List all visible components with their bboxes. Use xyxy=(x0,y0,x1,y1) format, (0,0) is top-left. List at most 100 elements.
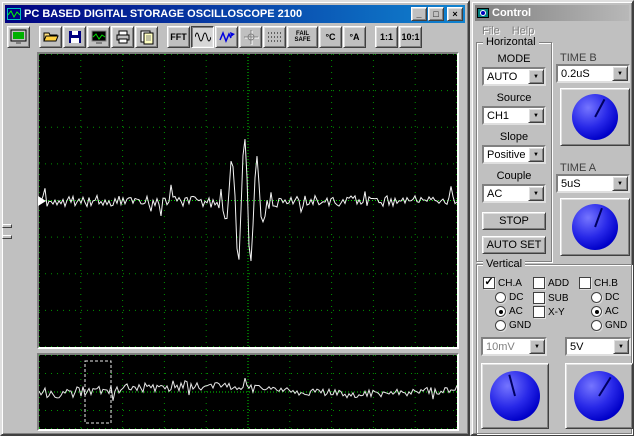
channel-position-marker-a[interactable] xyxy=(2,224,12,228)
open-button[interactable] xyxy=(39,26,62,48)
close-button[interactable]: × xyxy=(447,7,463,21)
toolbar-separator xyxy=(367,26,375,48)
volts-a-knob-plate xyxy=(481,363,549,429)
volts-b-value: 5V xyxy=(567,339,613,354)
volts-a-select[interactable]: 10mV ▼ xyxy=(481,337,547,356)
ch-a-checkbox[interactable]: ✓ xyxy=(483,277,495,289)
gnd-b-radio[interactable] xyxy=(591,320,602,331)
minimize-button[interactable]: _ xyxy=(411,7,427,21)
knob-pointer-icon xyxy=(598,376,612,397)
ac-a-radio[interactable] xyxy=(495,306,506,317)
ch-a-option[interactable]: ✓ CH.A xyxy=(483,277,522,289)
dropdown-arrow-icon[interactable]: ▼ xyxy=(612,66,628,81)
menu-file[interactable]: File xyxy=(477,25,505,37)
add-checkbox[interactable] xyxy=(533,277,545,289)
ch-b-option[interactable]: CH.B xyxy=(579,277,618,289)
capture-button[interactable] xyxy=(87,26,110,48)
dropdown-arrow-icon[interactable]: ▼ xyxy=(613,339,629,354)
main-title-bar[interactable]: PC BASED DIGITAL STORAGE OSCILLOSCOPE 21… xyxy=(5,5,465,23)
stop-button[interactable]: STOP xyxy=(482,212,546,230)
time-a-knob[interactable] xyxy=(572,204,618,250)
ratio-10-1-label: 10:1 xyxy=(401,32,420,42)
horizontal-group: Horizontal MODE AUTO ▼ Source CH1 ▼ Slop… xyxy=(476,36,552,262)
slope-label: Slope xyxy=(499,131,529,143)
knob-pointer-icon xyxy=(594,98,606,118)
control-window: Control File Help Horizontal MODE AUTO ▼… xyxy=(470,0,634,436)
knob-pointer-icon xyxy=(508,374,516,397)
toolbar-separator xyxy=(31,26,39,48)
horizontal-group-label: Horizontal xyxy=(483,36,539,48)
source-label: Source xyxy=(496,92,532,104)
zoom-region-marker[interactable] xyxy=(84,360,112,424)
deg-a-label: °A xyxy=(349,32,360,42)
source-select[interactable]: CH1 ▼ xyxy=(482,106,546,125)
save-button[interactable] xyxy=(63,26,86,48)
mode-label: MODE xyxy=(497,53,531,65)
dropdown-arrow-icon[interactable]: ▼ xyxy=(528,108,544,123)
auto-set-button[interactable]: AUTO SET xyxy=(482,236,546,254)
dropdown-arrow-icon[interactable]: ▼ xyxy=(528,69,544,84)
time-a-knob-plate xyxy=(560,198,630,256)
ratio-1-1-label: 1:1 xyxy=(379,32,393,42)
volts-b-select[interactable]: 5V ▼ xyxy=(565,337,631,356)
dropdown-arrow-icon[interactable]: ▼ xyxy=(528,186,544,201)
volts-b-knob[interactable] xyxy=(574,371,624,421)
ratio-1-1-button[interactable]: 1:1 xyxy=(375,26,398,48)
ch-b-checkbox[interactable] xyxy=(579,277,591,289)
fail-safe-button[interactable]: FAIL SAFE xyxy=(287,26,318,48)
dropdown-arrow-icon[interactable]: ▼ xyxy=(612,176,628,191)
dropdown-arrow-icon[interactable]: ▼ xyxy=(528,147,544,162)
ac-b-option[interactable]: AC xyxy=(591,306,619,317)
dc-b-radio[interactable] xyxy=(591,292,602,303)
time-b-select[interactable]: 0.2uS ▼ xyxy=(556,64,630,83)
toolbar: FFT FAIL SAFE °C °A 1:1 10:1 xyxy=(5,24,465,50)
volts-b-knob-plate xyxy=(565,363,633,429)
sub-label: SUB xyxy=(548,292,569,304)
fft-button[interactable]: FFT xyxy=(167,26,190,48)
gnd-a-option[interactable]: GND xyxy=(495,320,531,331)
ac-a-option[interactable]: AC xyxy=(495,306,523,317)
deg-c-button[interactable]: °C xyxy=(319,26,342,48)
volts-a-knob[interactable] xyxy=(490,371,540,421)
ch-a-label: CH.A xyxy=(498,277,522,289)
deg-a-button[interactable]: °A xyxy=(343,26,366,48)
open-folder-icon xyxy=(42,32,59,42)
time-b-knob[interactable] xyxy=(572,94,618,140)
couple-select[interactable]: AC ▼ xyxy=(482,184,546,203)
mode-select[interactable]: AUTO ▼ xyxy=(482,67,546,86)
print-button[interactable] xyxy=(111,26,134,48)
gnd-b-option[interactable]: GND xyxy=(591,320,627,331)
xy-option[interactable]: X-Y xyxy=(533,306,565,318)
menu-help[interactable]: Help xyxy=(507,25,540,37)
ac-b-radio[interactable] xyxy=(591,306,602,317)
channel-position-marker-b[interactable] xyxy=(2,235,12,239)
xy-checkbox[interactable] xyxy=(533,306,545,318)
sub-checkbox[interactable] xyxy=(533,292,545,304)
control-window-title: Control xyxy=(492,7,532,19)
signal-trace-button[interactable] xyxy=(215,26,238,48)
slope-value: Positive xyxy=(484,147,528,162)
trigger-marker-icon[interactable] xyxy=(38,196,46,206)
dc-b-option[interactable]: DC xyxy=(591,292,619,303)
cursor-button[interactable] xyxy=(239,26,262,48)
window-title: PC BASED DIGITAL STORAGE OSCILLOSCOPE 21… xyxy=(24,8,303,20)
volts-a-value: 10mV xyxy=(483,339,529,354)
time-a-select[interactable]: 5uS ▼ xyxy=(556,174,630,193)
slope-select[interactable]: Positive ▼ xyxy=(482,145,546,164)
time-b-knob-plate xyxy=(560,88,630,146)
waveform-mode-button[interactable] xyxy=(191,26,214,48)
ratio-10-1-button[interactable]: 10:1 xyxy=(399,26,422,48)
gnd-a-radio[interactable] xyxy=(495,320,506,331)
monitor-button[interactable] xyxy=(7,26,30,48)
zigzag-arrow-icon xyxy=(218,30,235,44)
control-title-bar[interactable]: Control xyxy=(475,5,629,21)
sub-option[interactable]: SUB xyxy=(533,292,569,304)
add-option[interactable]: ADD xyxy=(533,277,569,289)
notes-button[interactable] xyxy=(135,26,158,48)
maximize-button[interactable]: □ xyxy=(428,7,444,21)
dropdown-arrow-icon[interactable]: ▼ xyxy=(529,339,545,354)
dc-a-option[interactable]: DC xyxy=(495,292,523,303)
vertical-group-label: Vertical xyxy=(483,258,526,270)
dc-a-radio[interactable] xyxy=(495,292,506,303)
gridlines-button[interactable] xyxy=(263,26,286,48)
